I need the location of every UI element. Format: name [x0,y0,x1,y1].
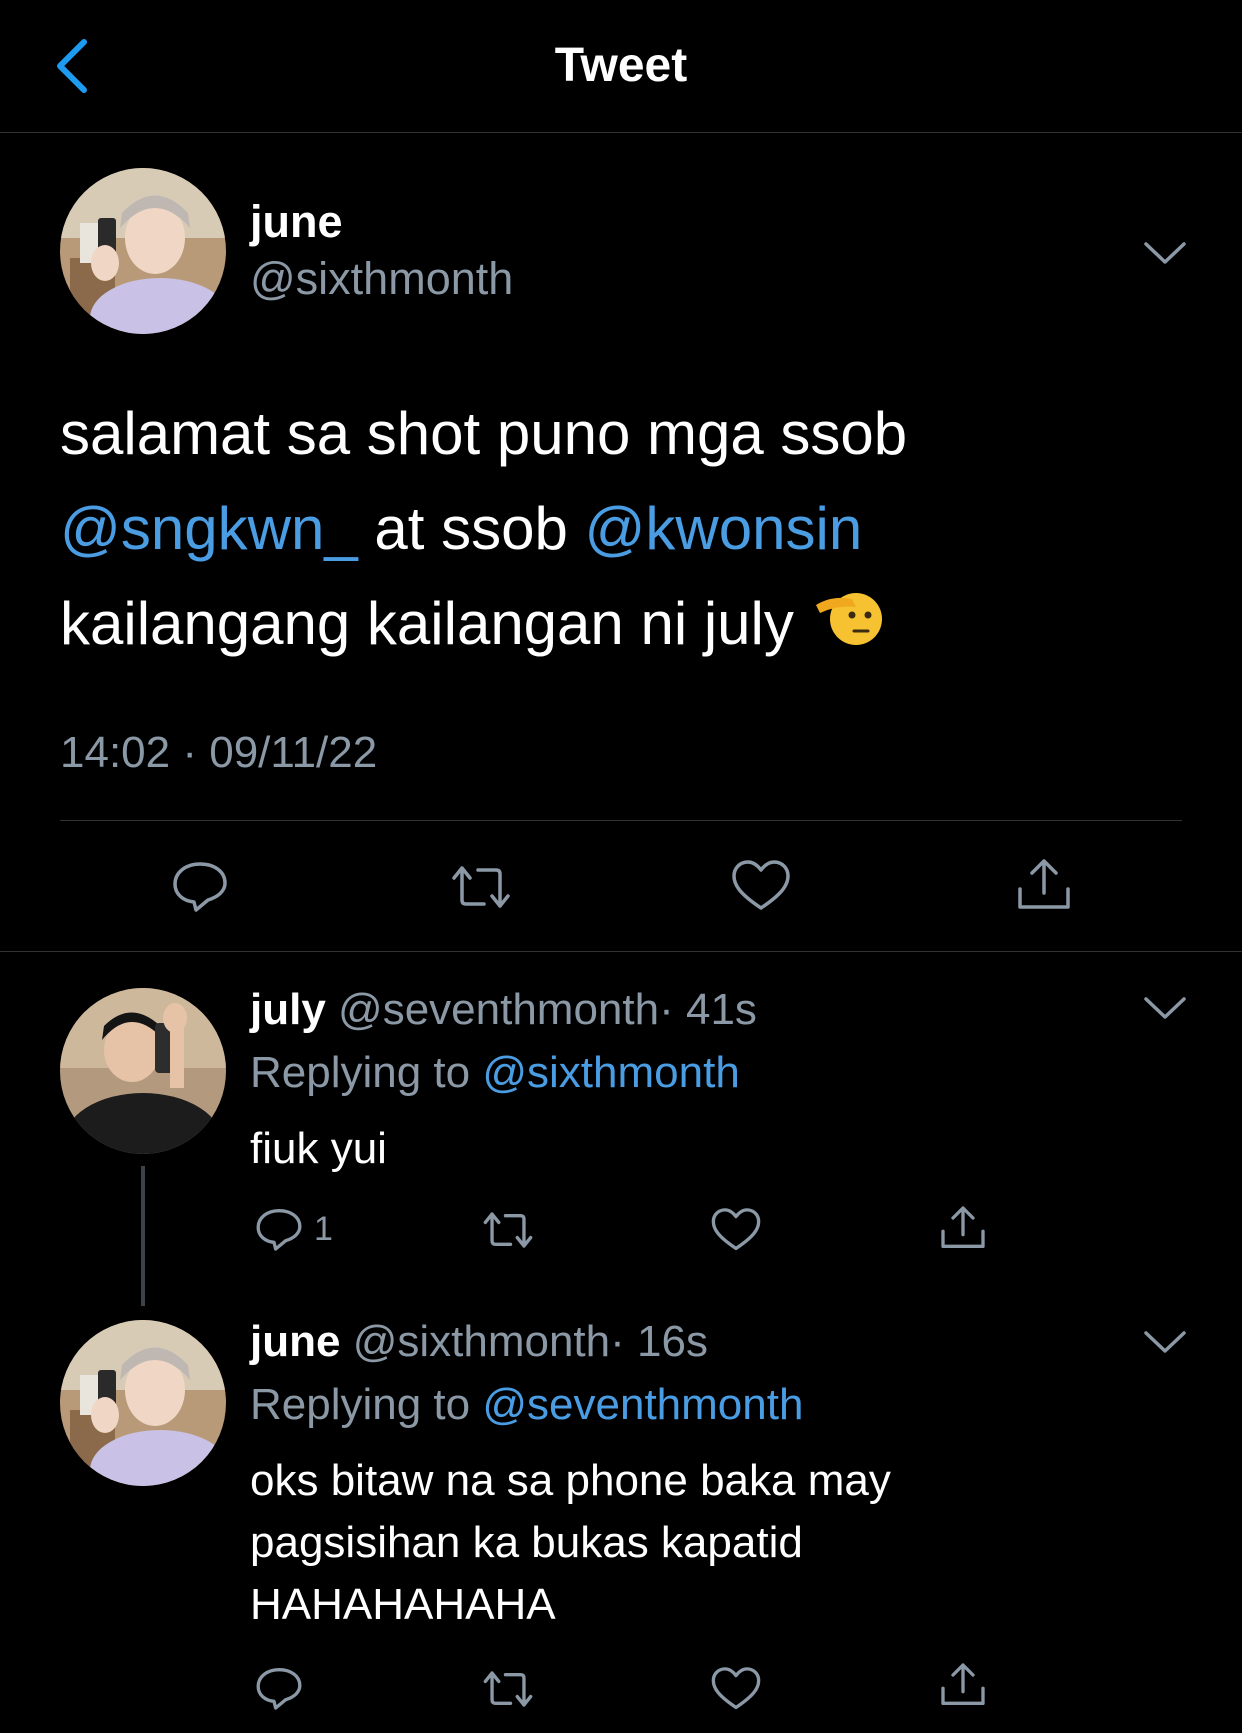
top-nav-bar: Tweet [0,0,1242,133]
reply-age: · 41s [659,985,757,1034]
reply-button[interactable] [170,858,230,914]
retweet-icon [483,1212,533,1248]
replying-to-label: Replying to [250,1048,483,1097]
user-photo [60,1320,226,1486]
mention-link[interactable]: @seventhmonth [482,1380,803,1429]
reply-text-line: pagsisihan ka bukas kapatid [250,1518,803,1567]
tweet-text-fragment: kailangang kailangan ni july [60,590,794,657]
like-button[interactable] [710,1665,762,1713]
tweet-options-button[interactable] [1140,238,1190,268]
reply-button[interactable] [254,1205,304,1253]
avatar-july[interactable] [60,988,226,1154]
reply-text-line: oks bitaw na sa phone baka may [250,1456,891,1505]
retweet-button[interactable] [448,862,514,912]
retweet-button[interactable] [480,1668,536,1710]
share-button[interactable] [938,1660,988,1710]
reply-author-handle[interactable]: @seventhmonth [338,985,659,1034]
share-icon [941,1663,985,1705]
reply-text-line: HAHAHAHAHA [250,1580,556,1629]
author-name[interactable]: june [250,196,343,248]
share-icon [1018,859,1070,909]
share-button[interactable] [938,1203,988,1253]
reply-options-button[interactable] [1140,1327,1190,1357]
avatar-june[interactable] [60,168,226,334]
reply-age: · 16s [610,1317,708,1366]
like-icon [711,1667,761,1710]
replying-to-label: Replying to [250,1380,483,1429]
tweet-text: salamat sa shot puno mga ssob @sngkwn_ a… [60,386,1180,676]
avatar-june[interactable] [60,1320,226,1486]
retweet-icon [452,866,510,908]
reply-author-handle[interactable]: @sixthmonth [353,1317,610,1366]
thread-connector [141,1166,145,1306]
reply-header: june @sixthmonth· 16s [250,1317,708,1367]
tweet-text-line: kailangang kailangan ni july [60,576,1180,676]
divider [60,820,1182,821]
reply-text-line: fiuk yui [250,1124,387,1173]
page-title: Tweet [554,39,688,92]
like-icon [732,860,790,910]
retweet-button[interactable] [480,1209,536,1251]
user-photo [60,988,226,1154]
user-photo [60,168,226,334]
reply-icon [256,1668,302,1710]
tweet-text-fragment: at ssob [357,495,585,562]
like-button[interactable] [730,858,792,914]
reply-text: oks bitaw na sa phone baka may pagsisiha… [250,1450,891,1636]
reply-count: 1 [314,1210,333,1248]
share-icon [941,1206,985,1248]
chevron-down-icon [1144,997,1186,1019]
mention-link[interactable]: @kwonsin [585,495,863,562]
tweet-text-line: salamat sa shot puno mga ssob [60,400,908,467]
reply-options-button[interactable] [1140,993,1190,1023]
share-button[interactable] [1014,855,1074,915]
reply-author-name[interactable]: june [250,1317,340,1366]
saluting-face-emoji [812,581,884,676]
divider [0,951,1242,952]
chevron-down-icon [1144,242,1186,264]
tweet-text-line: @sngkwn_ at ssob @kwonsin [60,481,1180,576]
replying-to: Replying to @sixthmonth [250,1048,740,1098]
like-icon [711,1208,761,1251]
reply-icon [256,1209,302,1251]
chevron-down-icon [1144,1331,1186,1353]
tweet-time: 14:02 [60,728,171,777]
reply-text: fiuk yui [250,1118,387,1180]
like-button[interactable] [710,1206,762,1254]
replying-to: Replying to @seventhmonth [250,1380,803,1430]
reply-button[interactable] [254,1664,304,1712]
author-handle[interactable]: @sixthmonth [250,253,513,305]
reply-header: july @seventhmonth· 41s [250,985,757,1035]
reply-author-name[interactable]: july [250,985,326,1034]
tweet-date: 09/11/22 [209,728,378,777]
mention-link[interactable]: @sixthmonth [482,1048,739,1097]
reply-icon [173,862,227,912]
mention-link[interactable]: @sngkwn_ [60,495,358,562]
retweet-icon [483,1671,533,1707]
tweet-timestamp[interactable]: 14:02 · 09/11/22 [60,728,377,778]
timestamp-separator: · [170,728,210,777]
